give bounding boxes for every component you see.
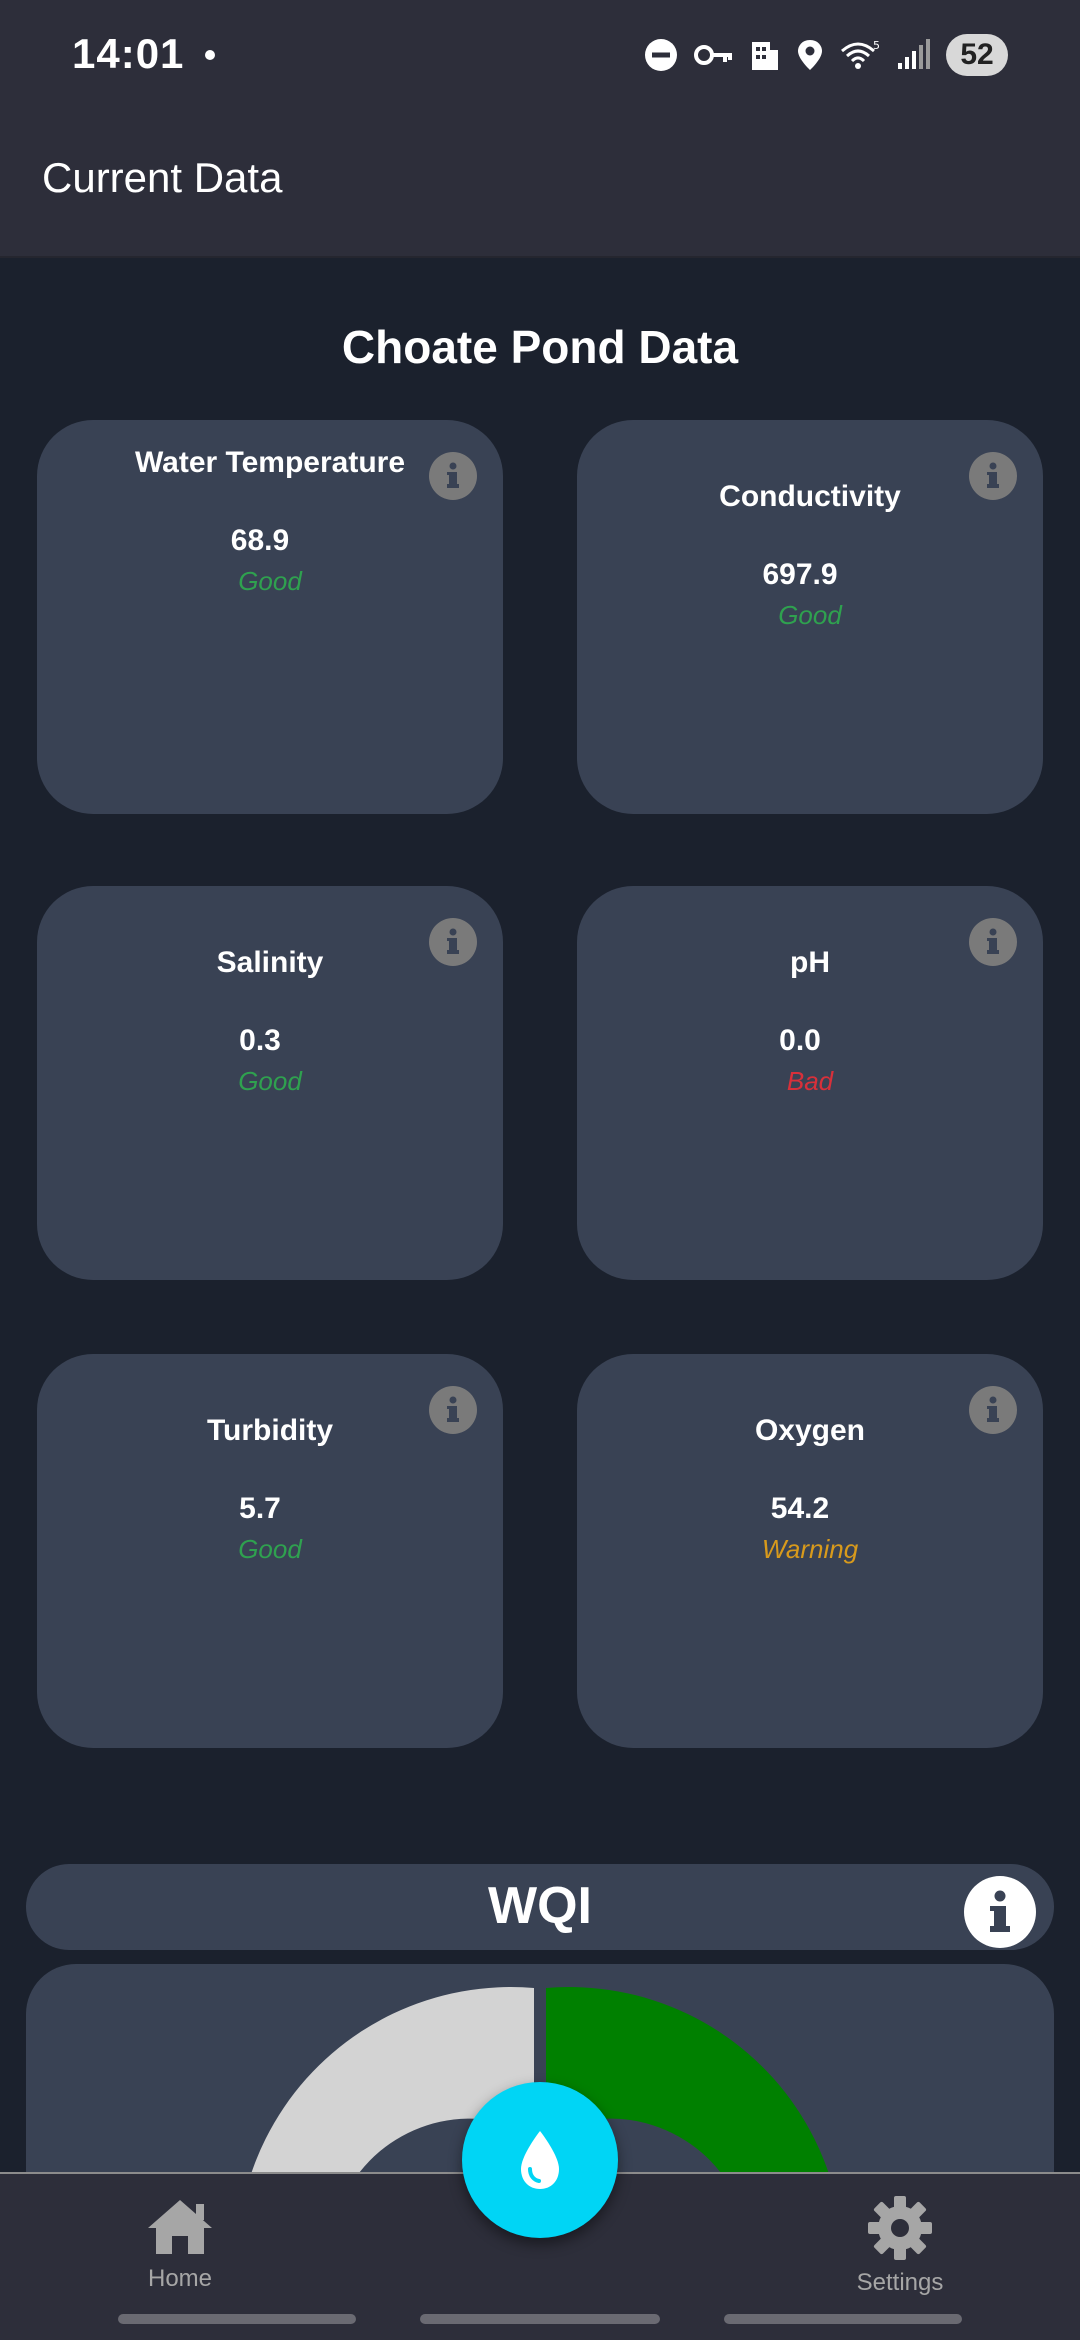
svg-text:5: 5 <box>873 39 880 52</box>
info-icon[interactable] <box>969 452 1017 500</box>
card-value: 68.9 <box>230 524 290 557</box>
card-status: Bad <box>786 1066 834 1096</box>
card-value: 0.0 <box>779 1024 821 1057</box>
card-status: Good <box>778 600 842 630</box>
card-status: Good <box>238 566 302 596</box>
gesture-bar-segment <box>118 2314 356 2324</box>
home-icon <box>148 2200 212 2254</box>
status-bar: 14:01 5 52 <box>0 0 1080 110</box>
page-title: Choate Pond Data <box>341 321 739 373</box>
card-value: 0.3 <box>239 1024 281 1057</box>
card-value: 54.2 <box>770 1492 830 1525</box>
work-profile-icon <box>752 42 778 70</box>
card-conductivity: Conductivity 697.9 Good <box>577 420 1043 814</box>
wqi-header: WQI <box>26 1864 1054 1950</box>
app-bar: Current Data <box>0 110 1080 258</box>
do-not-disturb-icon <box>645 39 677 71</box>
wifi-icon: 5 <box>841 39 880 69</box>
wqi-info-icon[interactable] <box>964 1876 1036 1948</box>
vpn-key-icon <box>694 45 732 65</box>
gear-icon <box>868 2196 932 2260</box>
gesture-bar-segment <box>724 2314 962 2324</box>
wqi-title: WQI <box>488 1877 592 1935</box>
app-bar-title: Current Data <box>42 154 283 201</box>
status-icons: 5 52 <box>644 34 1008 76</box>
info-icon[interactable] <box>969 918 1017 966</box>
card-status: Good <box>238 1534 302 1564</box>
signal-icon <box>898 39 930 69</box>
battery-indicator: 52 <box>946 34 1008 76</box>
card-ph: pH 0.0 Bad <box>577 886 1043 1280</box>
card-water-temperature: Water Temperature 68.9 Good <box>37 420 503 814</box>
gesture-bar-segment <box>420 2314 660 2324</box>
location-icon <box>798 40 822 70</box>
card-status: Warning <box>761 1534 859 1564</box>
card-salinity: Salinity 0.3 Good <box>37 886 503 1280</box>
water-drop-fab[interactable] <box>462 2082 618 2238</box>
notification-dot-icon <box>205 50 215 60</box>
nav-settings[interactable]: Settings <box>850 2196 950 2297</box>
card-status: Good <box>238 1066 302 1096</box>
nav-home-label: Home <box>147 2265 213 2292</box>
card-oxygen: Oxygen 54.2 Warning <box>577 1354 1043 1748</box>
status-time: 14:01 <box>72 30 185 77</box>
info-icon[interactable] <box>969 1386 1017 1434</box>
info-icon[interactable] <box>429 1386 477 1434</box>
nav-settings-label: Settings <box>856 2269 944 2296</box>
card-value: 5.7 <box>239 1492 281 1525</box>
info-icon[interactable] <box>429 918 477 966</box>
nav-home[interactable]: Home <box>130 2196 230 2293</box>
info-icon[interactable] <box>429 452 477 500</box>
card-turbidity: Turbidity 5.7 Good <box>37 1354 503 1748</box>
water-drop-icon <box>521 2131 559 2189</box>
card-value: 697.9 <box>762 558 838 591</box>
